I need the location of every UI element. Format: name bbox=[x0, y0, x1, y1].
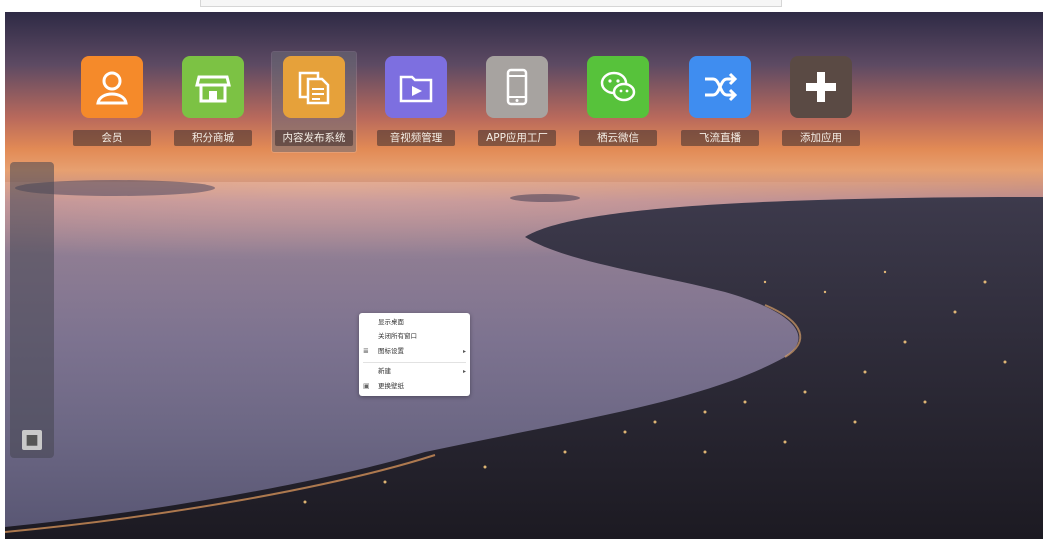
desktop-context-menu: 显示桌面 关闭所有窗口 ≣ 图标设置 ▸ 新建 ▸ ▣ 更换壁纸 bbox=[359, 313, 470, 396]
video-folder-icon bbox=[385, 56, 447, 118]
address-field[interactable] bbox=[200, 0, 782, 7]
app-av-management[interactable]: 音视频管理 bbox=[374, 52, 458, 152]
left-dock: ■ bbox=[10, 162, 54, 458]
app-content-publishing[interactable]: 内容发布系统 bbox=[271, 51, 357, 153]
menu-item-label: 关闭所有窗口 bbox=[378, 332, 417, 340]
app-label: 飞流直播 bbox=[681, 130, 759, 146]
submenu-arrow-icon: ▸ bbox=[462, 368, 466, 375]
menu-item-label: 新建 bbox=[378, 367, 391, 375]
app-label: APP应用工厂 bbox=[478, 130, 556, 146]
phone-icon bbox=[486, 56, 548, 118]
submenu-arrow-icon: ▸ bbox=[462, 348, 466, 355]
menu-item-label: 图标设置 bbox=[378, 347, 404, 355]
store-icon bbox=[182, 56, 244, 118]
menu-separator bbox=[363, 362, 466, 363]
app-app-factory[interactable]: APP应用工厂 bbox=[475, 52, 559, 152]
app-label: 栖云微信 bbox=[579, 130, 657, 146]
member-icon bbox=[81, 56, 143, 118]
app-label: 添加应用 bbox=[782, 130, 860, 146]
app-label: 积分商城 bbox=[174, 130, 252, 146]
menu-item-show-desktop[interactable]: 显示桌面 bbox=[359, 316, 470, 329]
menu-item-label: 更换壁纸 bbox=[378, 382, 404, 390]
app-label: 音视频管理 bbox=[377, 130, 455, 146]
menu-item-icon-settings[interactable]: ≣ 图标设置 ▸ bbox=[359, 345, 470, 358]
browser-top-bar bbox=[0, 0, 1044, 12]
app-points-store[interactable]: 积分商城 bbox=[171, 52, 255, 152]
app-label: 内容发布系统 bbox=[275, 130, 353, 146]
app-label: 会员 bbox=[73, 130, 151, 146]
sliders-icon: ≣ bbox=[363, 347, 369, 355]
app-add-application[interactable]: 添加应用 bbox=[779, 52, 863, 152]
app-qiyun-wechat[interactable]: 栖云微信 bbox=[576, 52, 660, 152]
wechat-icon bbox=[587, 56, 649, 118]
plus-icon bbox=[790, 56, 852, 118]
menu-item-new[interactable]: 新建 ▸ bbox=[359, 365, 470, 378]
menu-item-change-wallpaper[interactable]: ▣ 更换壁纸 bbox=[359, 380, 470, 393]
app-member[interactable]: 会员 bbox=[70, 52, 154, 152]
user-icon[interactable]: ■ bbox=[22, 430, 42, 450]
menu-item-close-all-windows[interactable]: 关闭所有窗口 bbox=[359, 330, 470, 343]
image-icon: ▣ bbox=[363, 382, 370, 390]
menu-item-label: 显示桌面 bbox=[378, 318, 404, 326]
documents-icon bbox=[283, 56, 345, 118]
app-feiliu-live[interactable]: 飞流直播 bbox=[678, 52, 762, 152]
shuffle-icon bbox=[689, 56, 751, 118]
